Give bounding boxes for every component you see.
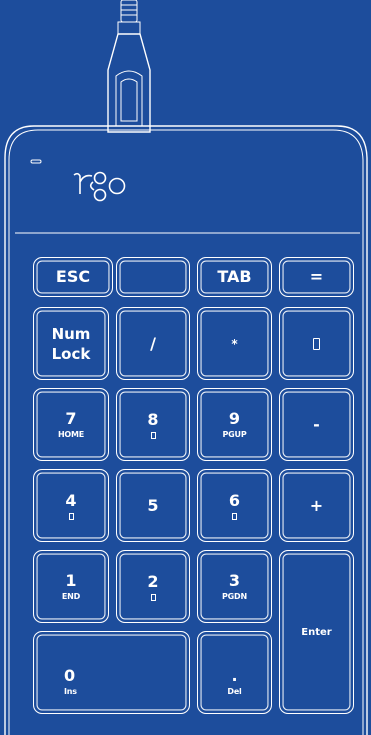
key-7-label: 7 <box>65 408 77 428</box>
rgo-logo <box>73 171 126 202</box>
led-indicator <box>30 159 42 164</box>
key-5-label: 5 <box>147 495 159 515</box>
key-1[interactable]: 1 END <box>33 550 109 623</box>
dot-key-sub: Del <box>227 687 242 696</box>
key-9-label: 9 <box>228 408 241 428</box>
key-3-label: 3 <box>228 570 241 590</box>
tab-key[interactable]: TAB <box>197 257 272 297</box>
esc-key-label: ESC <box>55 267 91 286</box>
star-key[interactable]: * <box>197 307 272 380</box>
plus-key[interactable]: + <box>279 469 354 542</box>
key-2[interactable]: 2 <box>116 550 190 623</box>
key-1-label: 1 <box>65 570 77 590</box>
key-9[interactable]: 9 PGUP <box>197 388 272 461</box>
enter-key-label: Enter <box>301 626 332 638</box>
key-3[interactable]: 3 PGDN <box>197 550 272 623</box>
minus-key[interactable]: - <box>279 388 354 461</box>
down-arrow-icon <box>150 593 156 601</box>
minus-key-label: - <box>313 414 320 434</box>
key-2-label: 2 <box>147 571 159 591</box>
right-arrow-icon <box>232 512 237 520</box>
key-7[interactable]: 7 HOME <box>33 388 109 461</box>
key-0-label: 0 <box>64 666 76 685</box>
usb-cable-icon <box>107 0 151 133</box>
key-9-sub: PGUP <box>222 429 247 439</box>
equals-key-label: = <box>309 267 324 286</box>
key-3-sub: PGDN <box>222 591 247 601</box>
left-arrow-icon <box>68 512 74 520</box>
key-0[interactable]: 0 Ins <box>33 631 190 714</box>
dot-key-label: . <box>231 666 238 685</box>
equals-key[interactable]: = <box>279 257 354 297</box>
key-5[interactable]: 5 <box>116 469 190 542</box>
numlock-line2: Lock <box>51 344 91 363</box>
key-8[interactable]: 8 <box>116 388 190 461</box>
key-7-sub: HOME <box>57 429 85 439</box>
star-key-label: * <box>231 336 238 351</box>
key-0-sub: Ins <box>64 687 77 696</box>
slash-key[interactable]: / <box>116 307 190 380</box>
backspace-key[interactable] <box>279 307 354 380</box>
blank-key[interactable] <box>116 257 190 297</box>
up-arrow-icon <box>150 431 156 439</box>
esc-key[interactable]: ESC <box>33 257 113 297</box>
dot-key[interactable]: . Del <box>197 631 272 714</box>
key-1-sub: END <box>61 591 81 601</box>
numlock-line1: Num <box>51 324 91 343</box>
numlock-key[interactable]: Num Lock <box>33 307 109 380</box>
plus-key-label: + <box>309 495 324 515</box>
key-6[interactable]: 6 <box>197 469 272 542</box>
slash-key-label: / <box>150 333 156 353</box>
tab-key-label: TAB <box>217 267 252 286</box>
key-6-label: 6 <box>228 490 241 510</box>
key-8-label: 8 <box>147 409 159 429</box>
key-4-label: 4 <box>65 490 77 510</box>
backspace-bracket-icon <box>313 337 320 350</box>
enter-key[interactable]: Enter <box>279 550 354 714</box>
key-4[interactable]: 4 <box>33 469 109 542</box>
